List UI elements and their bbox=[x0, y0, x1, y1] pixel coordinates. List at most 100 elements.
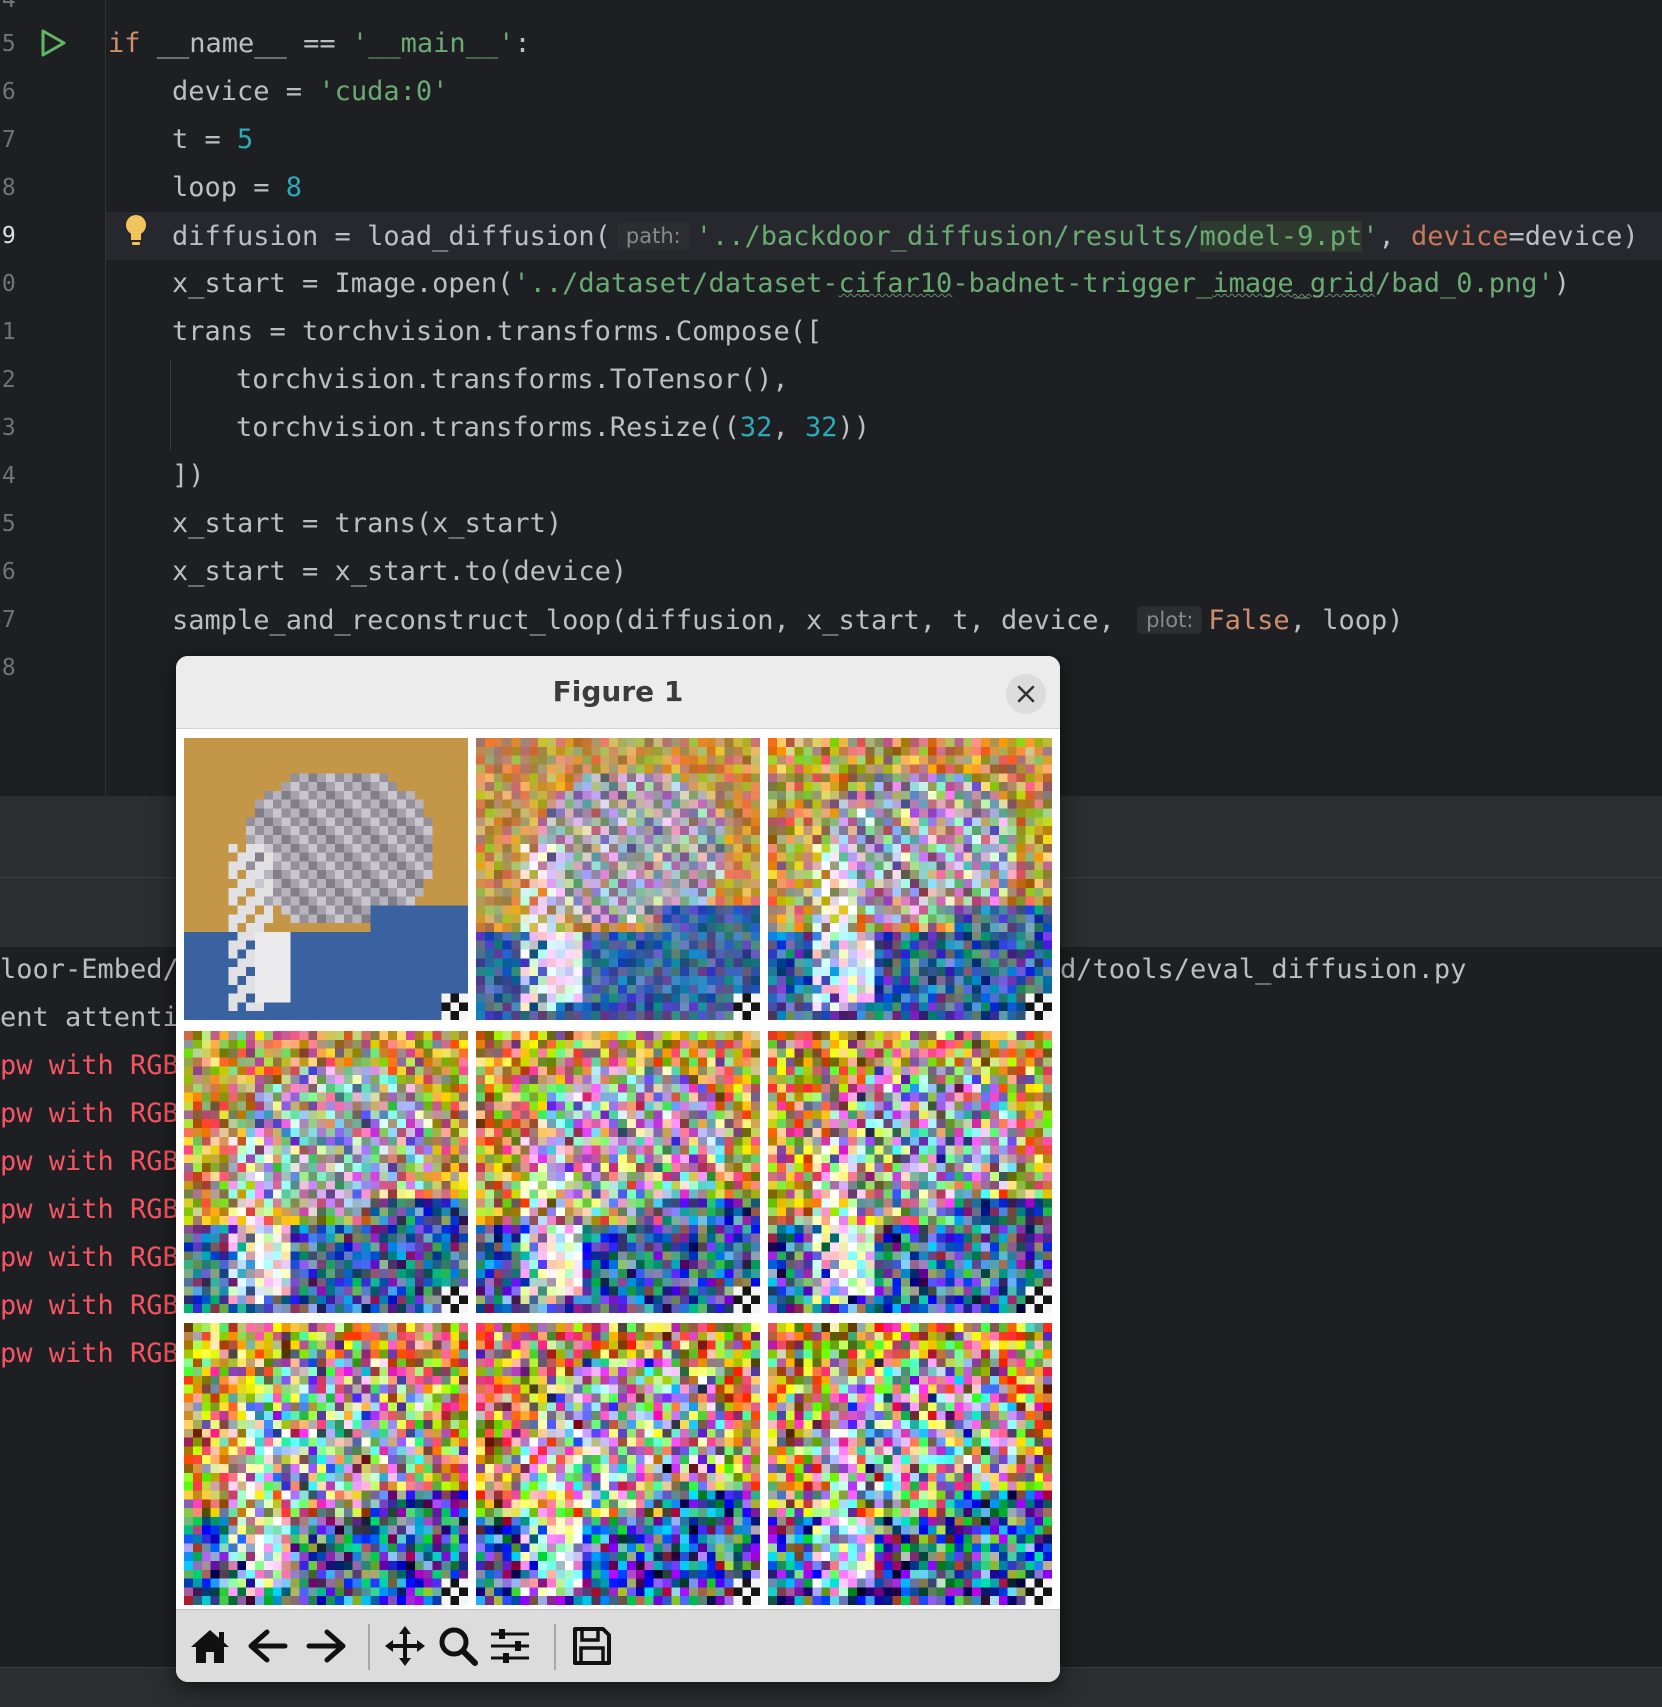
figure-canvas[interactable] bbox=[176, 729, 1060, 1609]
close-icon bbox=[1017, 685, 1035, 703]
code-line-29[interactable]: diffusion = load_diffusion(path: '../back… bbox=[172, 212, 1639, 261]
code-text: torchvision.transforms.ToTensor(), bbox=[236, 364, 789, 395]
number-literal: 5 bbox=[237, 124, 254, 155]
line-number: 29 bbox=[0, 223, 16, 249]
home-button[interactable] bbox=[186, 1622, 234, 1670]
code-text: t = bbox=[172, 124, 238, 155]
code-text: x_start = x_start.to(device) bbox=[172, 556, 628, 587]
code-text: : bbox=[514, 28, 531, 59]
code-line-33[interactable]: torchvision.transforms.Resize((32, 32)) bbox=[236, 404, 870, 452]
forward-button[interactable] bbox=[302, 1622, 350, 1670]
code-line-36[interactable]: x_start = x_start.to(device) bbox=[172, 548, 627, 596]
image-cell bbox=[768, 1031, 1052, 1313]
zoom-button[interactable] bbox=[434, 1622, 482, 1670]
console-path-left: loor-Embed/b bbox=[0, 954, 196, 985]
cifar-image bbox=[476, 1323, 760, 1605]
configure-subplots-button[interactable] bbox=[486, 1622, 534, 1670]
keyword: False bbox=[1208, 605, 1290, 636]
code-text: , bbox=[1378, 221, 1411, 252]
code-text: __name__ == bbox=[140, 28, 352, 59]
code-line-34[interactable]: ]) bbox=[172, 452, 205, 500]
image-cell bbox=[184, 738, 468, 1020]
string-literal: /bad_0.png' bbox=[1374, 268, 1554, 299]
code-line-35[interactable]: x_start = trans(x_start) bbox=[172, 500, 562, 548]
indent-guide bbox=[170, 360, 171, 450]
matplotlib-figure-window[interactable]: Figure 1 bbox=[176, 656, 1060, 1682]
string-literal: -badnet-trigger_ bbox=[952, 268, 1213, 299]
code-text: torchvision.transforms.Resize(( bbox=[236, 412, 740, 443]
line-number: 36 bbox=[0, 559, 16, 585]
cifar-image bbox=[768, 1323, 1052, 1605]
number-literal: 8 bbox=[285, 172, 303, 203]
code-line-28[interactable]: loop = 8 bbox=[172, 164, 302, 212]
code-line-26[interactable]: device = 'cuda:0' bbox=[172, 68, 448, 116]
named-argument: device bbox=[1411, 221, 1509, 252]
line-number: 28 bbox=[0, 175, 16, 201]
parameter-hint: plot: bbox=[1137, 606, 1203, 634]
line-number: 31 bbox=[0, 319, 16, 345]
string-literal: ' bbox=[1362, 221, 1379, 252]
code-line-30[interactable]: x_start = Image.open('../dataset/dataset… bbox=[172, 260, 1570, 308]
editor-gutter: 24 25 26 27 28 29 30 31 32 33 34 35 36 3… bbox=[0, 0, 106, 795]
cifar-image bbox=[476, 738, 760, 1020]
toolbar-separator bbox=[368, 1624, 370, 1670]
line-number: 35 bbox=[0, 511, 16, 537]
back-arrow-icon bbox=[248, 1629, 288, 1663]
line-number: 33 bbox=[0, 415, 16, 441]
cifar-image bbox=[184, 1031, 468, 1313]
code-text: loop = bbox=[172, 172, 286, 203]
string-literal-typo: cifar10 bbox=[838, 268, 953, 299]
image-cell bbox=[184, 1031, 468, 1313]
line-number: 25 bbox=[0, 31, 16, 57]
code-text: =device) bbox=[1508, 221, 1639, 252]
console-error-line: pw with RGB bbox=[0, 1338, 179, 1369]
cifar-image bbox=[768, 1031, 1052, 1313]
image-cell bbox=[768, 738, 1052, 1020]
keyword: if bbox=[108, 28, 141, 59]
console-error-line: pw with RGB bbox=[0, 1242, 179, 1273]
figure-toolbar bbox=[176, 1609, 1060, 1682]
code-line-37[interactable]: sample_and_reconstruct_loop(diffusion, x… bbox=[172, 596, 1403, 645]
string-literal: '../dataset/dataset- bbox=[513, 268, 839, 299]
image-cell bbox=[476, 1323, 760, 1605]
close-button[interactable] bbox=[1006, 674, 1046, 714]
code-text: x_start = trans(x_start) bbox=[172, 508, 563, 539]
console-error-line: pw with RGB bbox=[0, 1098, 179, 1129]
console-error-line: pw with RGB bbox=[0, 1146, 179, 1177]
console-line: ent attentic bbox=[0, 1002, 196, 1033]
code-line-27[interactable]: t = 5 bbox=[172, 116, 253, 164]
code-line-31[interactable]: trans = torchvision.transforms.Compose([ bbox=[172, 308, 822, 356]
cifar-image bbox=[768, 738, 1052, 1020]
line-number: 34 bbox=[0, 463, 16, 489]
line-number: 27 bbox=[0, 127, 16, 153]
console-error-line: pw with RGB bbox=[0, 1194, 179, 1225]
image-cell bbox=[476, 1031, 760, 1313]
figure-titlebar[interactable]: Figure 1 bbox=[176, 656, 1060, 729]
string-literal: 'cuda:0' bbox=[318, 76, 449, 107]
toolbar-separator bbox=[554, 1624, 556, 1670]
code-line-32[interactable]: torchvision.transforms.ToTensor(), bbox=[236, 356, 789, 404]
save-button[interactable] bbox=[568, 1622, 616, 1670]
pan-icon bbox=[385, 1626, 425, 1666]
number-literal: 32 bbox=[804, 412, 838, 443]
console-path-right: d/tools/eval_diffusion.py bbox=[1060, 954, 1467, 985]
line-number: 26 bbox=[0, 79, 16, 105]
pan-button[interactable] bbox=[381, 1622, 429, 1670]
code-line-25[interactable]: if __name__ == '__main__': bbox=[108, 20, 531, 68]
line-number: 38 bbox=[0, 655, 16, 681]
back-button[interactable] bbox=[244, 1622, 292, 1670]
image-cell bbox=[184, 1323, 468, 1605]
console-error-line: pw with RGB bbox=[0, 1290, 179, 1321]
home-icon bbox=[191, 1630, 229, 1663]
figure-title: Figure 1 bbox=[552, 675, 684, 708]
line-number: 32 bbox=[0, 367, 16, 393]
cifar-image bbox=[184, 738, 468, 1020]
line-number: 37 bbox=[0, 607, 16, 633]
code-text: diffusion = load_diffusion( bbox=[172, 221, 611, 252]
code-text: sample_and_reconstruct_loop(diffusion, x… bbox=[172, 605, 1132, 636]
save-icon bbox=[573, 1627, 611, 1665]
string-literal-highlight: model-9.pt bbox=[1199, 221, 1363, 252]
cifar-image bbox=[184, 1323, 468, 1605]
lightbulb-icon[interactable] bbox=[124, 214, 148, 252]
run-icon[interactable] bbox=[38, 28, 68, 62]
